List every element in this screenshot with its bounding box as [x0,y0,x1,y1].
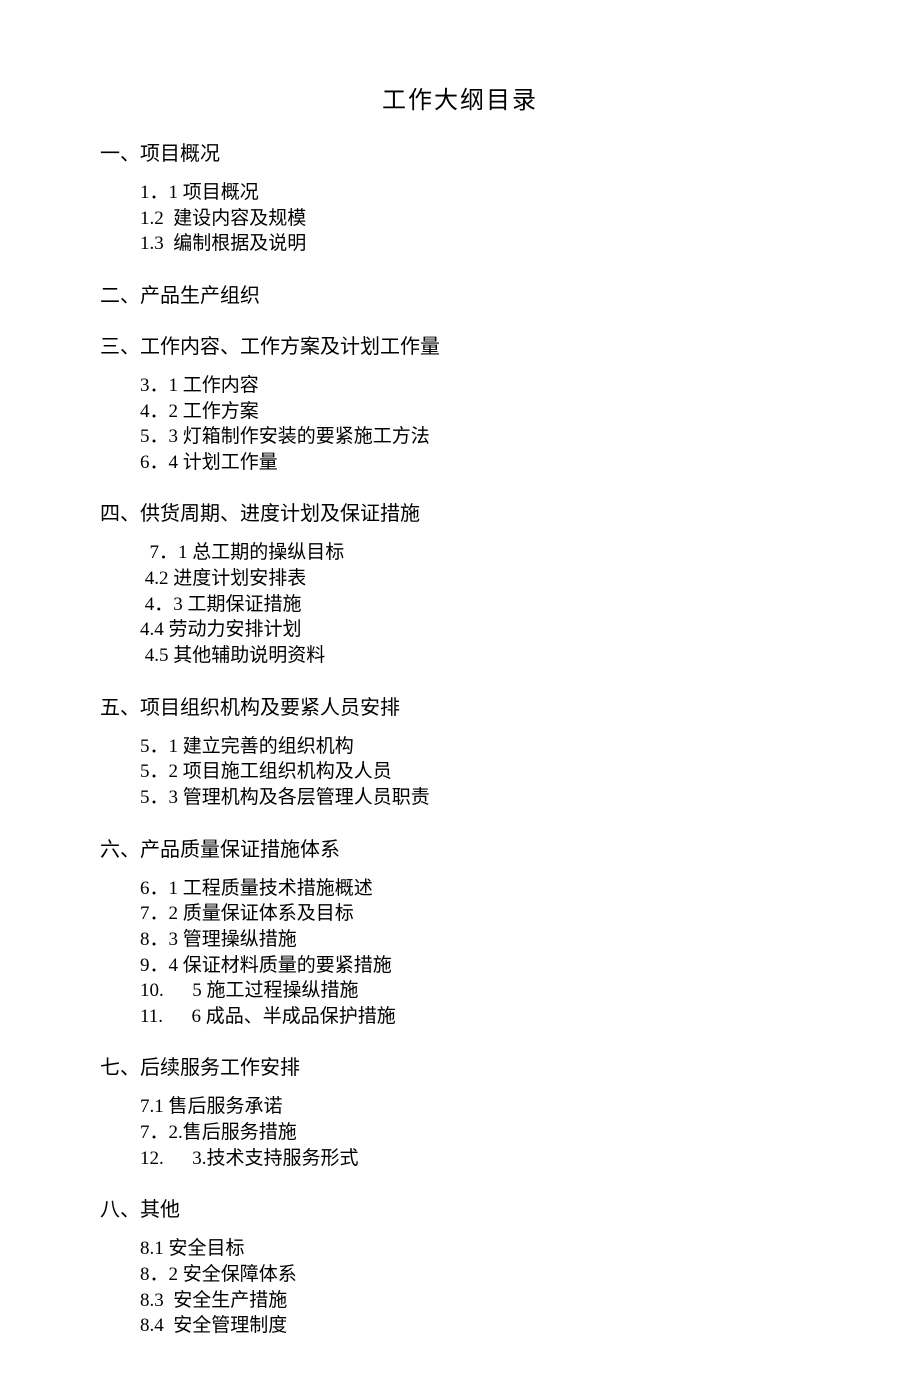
section-items: 6．1 工程质量技术措施概述 7．2 质量保证体系及目标 8．3 管理操纵措施 … [140,876,820,1030]
section-heading: 二、产品生产组织 [100,279,820,308]
section-1: 一、项目概况 1．1 项目概况 1.2 建设内容及规模 1.3 编制根据及说明 [100,137,820,257]
toc-item: 5．1 建立完善的组织机构 [140,734,820,760]
toc-item: 6．1 工程质量技术措施概述 [140,876,820,902]
section-items: 1．1 项目概况 1.2 建设内容及规模 1.3 编制根据及说明 [140,180,820,257]
toc-item: 11. 6 成品、半成品保护措施 [140,1004,820,1030]
section-heading: 七、后续服务工作安排 [100,1051,820,1080]
section-heading: 八、其他 [100,1193,820,1222]
toc-item: 4．2 工作方案 [140,399,820,425]
toc-item: 4.2 进度计划安排表 [140,566,820,592]
section-items: 3．1 工作内容 4．2 工作方案 5．3 灯箱制作安装的要紧施工方法 6．4 … [140,373,820,476]
section-items: 5．1 建立完善的组织机构 5．2 项目施工组织机构及人员 5．3 管理机构及各… [140,734,820,811]
toc-item: 5．3 管理机构及各层管理人员职责 [140,785,820,811]
toc-item: 8．3 管理操纵措施 [140,927,820,953]
section-7: 七、后续服务工作安排 7.1 售后服务承诺 7．2.售后服务措施 12. 3.技… [100,1051,820,1171]
section-heading: 五、项目组织机构及要紧人员安排 [100,691,820,720]
section-4: 四、供货周期、进度计划及保证措施 7．1 总工期的操纵目标 4.2 进度计划安排… [100,497,820,668]
toc-item: 8．2 安全保障体系 [140,1262,820,1288]
toc-item: 1.2 建设内容及规模 [140,206,820,232]
toc-item: 4.5 其他辅助说明资料 [140,643,820,669]
document-page: 工作大纲目录 一、项目概况 1．1 项目概况 1.2 建设内容及规模 1.3 编… [0,0,920,1399]
section-items: 7．1 总工期的操纵目标 4.2 进度计划安排表 4．3 工期保证措施 4.4 … [140,540,820,668]
toc-item: 12. 3.技术支持服务形式 [140,1146,820,1172]
toc-item: 1.3 编制根据及说明 [140,231,820,257]
toc-item: 3．1 工作内容 [140,373,820,399]
toc-item: 8.1 安全目标 [140,1236,820,1262]
section-6: 六、产品质量保证措施体系 6．1 工程质量技术措施概述 7．2 质量保证体系及目… [100,833,820,1030]
toc-item: 8.3 安全生产措施 [140,1288,820,1314]
toc-item: 5．2 项目施工组织机构及人员 [140,759,820,785]
section-2: 二、产品生产组织 [100,279,820,308]
toc-item: 7．1 总工期的操纵目标 [140,540,820,566]
section-heading: 一、项目概况 [100,137,820,166]
toc-item: 10. 5 施工过程操纵措施 [140,978,820,1004]
toc-item: 7.1 售后服务承诺 [140,1094,820,1120]
section-heading: 四、供货周期、进度计划及保证措施 [100,497,820,526]
toc-item: 7．2 质量保证体系及目标 [140,901,820,927]
toc-item: 9．4 保证材料质量的要紧措施 [140,953,820,979]
section-8: 八、其他 8.1 安全目标 8．2 安全保障体系 8.3 安全生产措施 8.4 … [100,1193,820,1339]
toc-item: 5．3 灯箱制作安装的要紧施工方法 [140,424,820,450]
section-3: 三、工作内容、工作方案及计划工作量 3．1 工作内容 4．2 工作方案 5．3 … [100,330,820,476]
toc-item: 6．4 计划工作量 [140,450,820,476]
section-items: 8.1 安全目标 8．2 安全保障体系 8.3 安全生产措施 8.4 安全管理制… [140,1236,820,1339]
section-heading: 六、产品质量保证措施体系 [100,833,820,862]
toc-item: 8.4 安全管理制度 [140,1313,820,1339]
section-5: 五、项目组织机构及要紧人员安排 5．1 建立完善的组织机构 5．2 项目施工组织… [100,691,820,811]
document-title: 工作大纲目录 [100,80,820,115]
toc-item: 1．1 项目概况 [140,180,820,206]
toc-item: 4．3 工期保证措施 [140,592,820,618]
section-heading: 三、工作内容、工作方案及计划工作量 [100,330,820,359]
toc-item: 7．2.售后服务措施 [140,1120,820,1146]
toc-item: 4.4 劳动力安排计划 [140,617,820,643]
section-items: 7.1 售后服务承诺 7．2.售后服务措施 12. 3.技术支持服务形式 [140,1094,820,1171]
